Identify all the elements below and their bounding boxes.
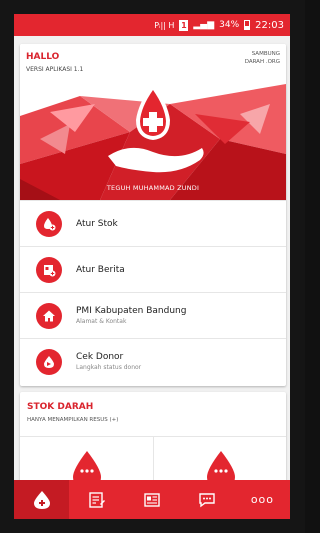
signal-indicator: Pᵢ|| H	[154, 20, 175, 30]
greeting-title: HALLO	[26, 52, 60, 62]
tab-chat[interactable]	[180, 480, 235, 519]
tab-news[interactable]	[124, 480, 179, 519]
header-banner: HALLO VERSI APLIKASI 1.1 SAMBUNG DARAH .…	[20, 44, 286, 200]
chat-icon	[199, 492, 215, 507]
battery-icon	[244, 20, 251, 30]
menu-item-atur-berita[interactable]: Atur Berita	[20, 246, 286, 292]
menu-item-sublabel: Langkah status donor	[76, 364, 142, 371]
battery-percent: 34%	[219, 20, 240, 30]
tab-edit[interactable]	[69, 480, 124, 519]
menu-card: HALLO VERSI APLIKASI 1.1 SAMBUNG DARAH .…	[20, 44, 286, 386]
stok-subtitle: HANYA MENAMPILKAN RESUS (+)	[27, 417, 119, 423]
menu-item-label: Cek Donor	[76, 352, 124, 362]
menu-item-atur-stok[interactable]: Atur Stok	[20, 200, 286, 246]
phone-frame: Pᵢ|| H 1 ▂▄▆ 34% 22:03 HALLO VERSI APLIK…	[0, 0, 305, 533]
status-bar: Pᵢ|| H 1 ▂▄▆ 34% 22:03	[14, 14, 290, 36]
more-icon: ooo	[250, 493, 275, 506]
menu-item-label: Atur Berita	[76, 264, 125, 275]
app-screen: Pᵢ|| H 1 ▂▄▆ 34% 22:03 HALLO VERSI APLIK…	[14, 14, 290, 519]
bottom-navigation: ooo	[14, 480, 290, 519]
blood-icon	[33, 490, 50, 509]
tab-more[interactable]: ooo	[235, 480, 290, 519]
menu-item-label: Atur Stok	[76, 218, 118, 229]
menu-item-pmi[interactable]: PMI Kabupaten Bandung Alamat & Kontak	[20, 292, 286, 338]
edit-note-icon	[89, 491, 105, 508]
newspaper-icon	[144, 492, 160, 507]
tab-home[interactable]	[14, 480, 70, 519]
menu-item-label: PMI Kabupaten Bandung	[76, 306, 187, 316]
clock: 22:03	[255, 19, 284, 31]
arrow-drop-icon	[36, 348, 62, 375]
sim-icon: 1	[179, 19, 189, 31]
menu-item-cek-donor[interactable]: Cek Donor Langkah status donor	[20, 338, 286, 384]
blood-drop-add-icon	[36, 210, 62, 237]
signal-bars-icon: ▂▄▆	[193, 20, 215, 30]
app-version: VERSI APLIKASI 1.1	[26, 66, 84, 73]
brand-logo-text: SAMBUNG DARAH .ORG	[244, 51, 280, 65]
home-icon	[36, 302, 62, 329]
stok-title: STOK DARAH	[27, 402, 94, 412]
menu-item-sublabel: Alamat & Kontak	[76, 318, 127, 325]
news-add-icon	[36, 256, 62, 283]
user-name: TEGUH MUHAMMAD ZUNDI	[106, 184, 200, 192]
